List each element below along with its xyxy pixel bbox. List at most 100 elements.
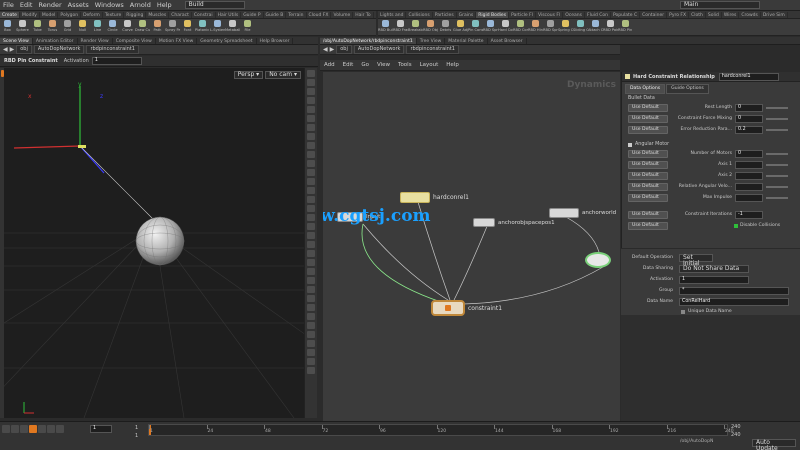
- display-option-icon[interactable]: [307, 115, 315, 122]
- display-option-icon[interactable]: [307, 313, 315, 320]
- first-frame-icon[interactable]: [2, 425, 10, 433]
- activation-field[interactable]: 1: [91, 57, 142, 65]
- use-default-button[interactable]: Use Default: [628, 210, 668, 219]
- display-option-icon[interactable]: [307, 286, 315, 293]
- shelf-tool-torus[interactable]: Torus: [45, 19, 60, 35]
- display-option-icon[interactable]: [307, 349, 315, 356]
- stop-icon[interactable]: [29, 425, 37, 433]
- data-name-field[interactable]: ConRelHard: [679, 297, 789, 306]
- node-constraint1[interactable]: constraint1: [431, 300, 502, 316]
- tab-asset-browser[interactable]: Asset Browser: [488, 38, 527, 44]
- next-key-icon[interactable]: [47, 425, 55, 433]
- display-option-icon[interactable]: [307, 205, 315, 212]
- shelf-tab-create[interactable]: Create: [0, 12, 20, 18]
- crumb-autodopnetwork[interactable]: AutoDopNetwork: [353, 45, 405, 54]
- shelf-tab-drive-sim[interactable]: Drive Sim: [761, 12, 788, 18]
- display-option-icon[interactable]: [307, 79, 315, 86]
- display-option-icon[interactable]: [307, 358, 315, 365]
- network-menu-layout[interactable]: Layout: [416, 62, 443, 68]
- param-field[interactable]: 0.2: [735, 125, 763, 134]
- tab-composite-view[interactable]: Composite View: [113, 38, 156, 44]
- shelf-tool-breakable[interactable]: Breakable: [408, 19, 423, 35]
- param-field[interactable]: [735, 182, 763, 191]
- shelf-tool-null[interactable]: Null: [75, 19, 90, 35]
- shelf-tool-box[interactable]: Box: [0, 19, 15, 35]
- shelf-tool-rbd-bullet-solver[interactable]: RBD Bullet Solver: [378, 19, 393, 35]
- display-option-icon[interactable]: [307, 97, 315, 104]
- param-slider[interactable]: [766, 196, 788, 199]
- display-option-icon[interactable]: [307, 304, 315, 311]
- shelf-tool-line[interactable]: Line: [90, 19, 105, 35]
- network-menu-edit[interactable]: Edit: [339, 62, 358, 68]
- shelf-tool-rbd-pin-constraint[interactable]: RBD Pin Constraint: [618, 19, 633, 35]
- shelf-tab-particle-fl[interactable]: Particle Fl: [509, 12, 536, 18]
- disable-collisions-checkbox[interactable]: [734, 223, 738, 228]
- menu-windows[interactable]: Windows: [92, 0, 127, 11]
- tab-motion-fx-view[interactable]: Motion FX View: [156, 38, 198, 44]
- menu-assets[interactable]: Assets: [65, 0, 92, 11]
- use-default-button[interactable]: Use Default: [628, 171, 668, 180]
- shelf-tool-rbd-spring-constraint[interactable]: RBD Spring Constraint: [483, 19, 498, 35]
- network-editor[interactable]: Dynamics hardconrel1 anchorobjspacepos1 …: [323, 72, 620, 422]
- use-default-button[interactable]: Use Default: [628, 221, 668, 230]
- shelf-tool-rbd-spring[interactable]: RBD Spring: [543, 19, 558, 35]
- menu-arnold[interactable]: Arnold: [127, 0, 154, 11]
- use-default-button[interactable]: Use Default: [628, 125, 668, 134]
- network-menu-go[interactable]: Go: [357, 62, 373, 68]
- tab-animation-editor[interactable]: Animation Editor: [33, 38, 78, 44]
- shelf-tool-spray-paint[interactable]: Spray Paint: [165, 19, 180, 35]
- current-frame-field[interactable]: 1: [90, 425, 112, 433]
- iterations-field[interactable]: -1: [735, 210, 763, 219]
- shelf-tab-guide-p[interactable]: Guide P: [241, 12, 264, 18]
- timeline-ruler[interactable]: 1 24 48 72 96 120 144 168 192 216 240: [148, 424, 734, 436]
- shelf-tool-circle[interactable]: Circle: [105, 19, 120, 35]
- shelf-tab-deform[interactable]: Deform: [81, 12, 103, 18]
- display-option-icon[interactable]: [307, 124, 315, 131]
- crumb-rbdpinconstraint1[interactable]: rbdpinconstraint1: [86, 45, 139, 54]
- param-field[interactable]: 0: [735, 149, 763, 158]
- use-default-button[interactable]: Use Default: [628, 149, 668, 158]
- display-option-icon[interactable]: [307, 142, 315, 149]
- back-icon[interactable]: ◀: [323, 46, 328, 53]
- display-option-icon[interactable]: [307, 250, 315, 257]
- tab-obj-autodopnetwork-rbdpinconstraint1[interactable]: /obj/AutoDopNetwork/rbdpinconstraint1: [320, 38, 417, 44]
- node-name-field[interactable]: hardconrel1: [718, 72, 779, 81]
- shelf-tab-wires[interactable]: Wires: [722, 12, 740, 18]
- node-body[interactable]: [431, 300, 465, 316]
- shelf-tool-draw-curve[interactable]: Draw Curve: [135, 19, 150, 35]
- display-option-icon[interactable]: [307, 322, 315, 329]
- angular-motor-toggle[interactable]: Angular Motor: [628, 142, 800, 147]
- display-option-icon[interactable]: [307, 133, 315, 140]
- param-tab-guide-options[interactable]: Guide Options: [666, 83, 709, 94]
- param-slider[interactable]: [766, 185, 788, 188]
- display-option-icon[interactable]: [307, 187, 315, 194]
- display-option-icon[interactable]: [307, 268, 315, 275]
- use-default-button[interactable]: Use Default: [628, 114, 668, 123]
- shelf-tab-rigging[interactable]: Rigging: [124, 12, 147, 18]
- back-icon[interactable]: ◀: [3, 46, 8, 53]
- param-field[interactable]: [735, 171, 763, 180]
- param-slider[interactable]: [766, 163, 788, 166]
- main-desktop-dropdown[interactable]: Main: [680, 1, 760, 9]
- shelf-tool-rbd-fractured-object[interactable]: RBD Fractured Object: [393, 19, 408, 35]
- shelf-tab-muscles[interactable]: Muscles: [146, 12, 170, 18]
- tab-geometry-spreadsheet[interactable]: Geometry Spreadsheet: [197, 38, 257, 44]
- node-body[interactable]: [549, 208, 579, 218]
- menu-help[interactable]: Help: [154, 0, 175, 11]
- build-desktop-dropdown[interactable]: Build: [184, 1, 245, 9]
- node-merge[interactable]: [585, 252, 611, 268]
- shelf-tab-polygon[interactable]: Polygon: [58, 12, 82, 18]
- node-body[interactable]: [473, 218, 495, 227]
- display-option-icon[interactable]: [307, 151, 315, 158]
- shelf-tab-particles[interactable]: Particles: [433, 12, 457, 18]
- display-option-icon[interactable]: [307, 214, 315, 221]
- update-mode-menu[interactable]: Auto Update: [752, 439, 796, 450]
- shelf-tab-crowds[interactable]: Crowds: [739, 12, 761, 18]
- shelf-tool-rbd-cone-twist[interactable]: RBD Cone Twist: [513, 19, 528, 35]
- shelf-tool-attach-constraint[interactable]: Attach Constraint: [588, 19, 603, 35]
- crumb-obj[interactable]: obj: [336, 45, 352, 54]
- display-option-icon[interactable]: [307, 259, 315, 266]
- persp-menu[interactable]: Persp ▾: [233, 71, 264, 79]
- display-option-icon[interactable]: [307, 277, 315, 284]
- node-hardconrel1[interactable]: hardconrel1: [400, 192, 469, 203]
